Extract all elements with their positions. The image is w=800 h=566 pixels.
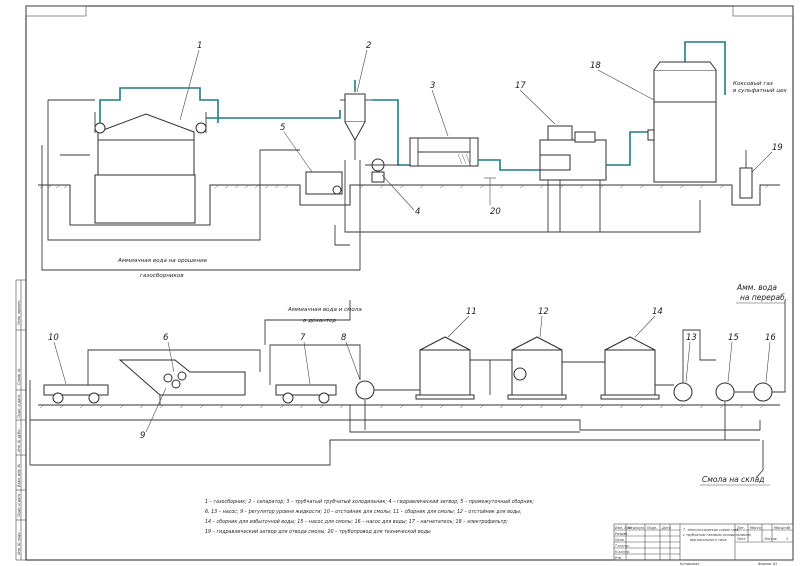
tb-sheet: Лист [736,537,747,541]
hydraulic-seal-4 [365,158,400,183]
tubular-cooler-3 [409,137,479,167]
side-strip-vzam: Взам. инв. № [17,464,21,487]
label-3: 3 [430,81,435,91]
side-strip-podp1: Подп. и дата [17,395,21,418]
label-18: 18 [590,61,601,71]
separator-2 [340,93,372,160]
excess-water-collector-14 [600,336,660,400]
tb-dev: Разраб. [615,532,628,536]
side-strip-inv-podl: Инв. № подл. [17,532,21,555]
side-strip: Перв. примен. Справ. № Подп. и дата Инв.… [15,279,26,561]
pump-8 [355,380,375,400]
water-settler-12 [507,336,567,400]
copied-label: Копировал [680,562,700,566]
precipitator-18 [647,61,717,183]
tb-sheets-count: 1 [786,537,788,541]
hydraulic-seal-19 [739,150,753,199]
top-stamp-box [732,5,794,17]
label-13: 13 [686,333,697,343]
gas-line-collector [99,87,219,123]
tb-title-3: вертикального типа [690,538,726,542]
title-block: Изм. Лист № докум. Подп. Дата Разраб. Пр… [613,523,794,561]
amm-water-proc-label-1: Амм. вода [736,283,777,292]
pump-16 [753,382,773,402]
blower-17 [539,125,607,181]
label-14: 14 [652,307,663,317]
tb-date: Дата [661,526,671,530]
label-12: 12 [538,307,549,317]
gas-line-to-separator [206,110,341,119]
tb-mass: Масса [750,526,761,530]
ammonia-water-tar-label-1: Аммиачная вода и смола [287,307,362,313]
tb-scale: Масштаб [774,526,790,530]
tar-settler-10 [43,384,109,404]
tar-collector-11 [415,336,475,400]
lower-ground [38,404,780,409]
side-strip-podp2: Подп. и дата [17,494,21,517]
label-2: 2 [366,41,371,51]
gas-line-to-precipitator [606,131,652,166]
legend-line-1: 1 – газосборник; 2 – сепаратор; 3 – труб… [205,499,534,505]
coke-gas-label-2: в сульфатный цех [733,88,788,94]
tar-to-storage-label: Смола на склад [702,475,764,484]
top-left-stamp-box [25,5,87,17]
coke-gas-label-1: Коксовый газ [733,81,773,87]
label-1: 1 [197,41,202,51]
tb-title-1: Т. технологическая схема газа [683,528,738,532]
tb-sign: Подп. [647,526,657,530]
decanter-6-9 [118,359,246,405]
label-19: 19 [772,143,783,153]
label-17: 17 [515,81,526,91]
label-6: 6 [163,333,169,343]
legend-line-2: 6, 13 – насос; 9 – регулятор уровня жидк… [205,509,522,515]
pump-15 [715,382,735,402]
tb-doc: № докум. [627,526,645,530]
label-16: 16 [765,333,776,343]
label-8: 8 [341,333,347,343]
ammonia-water-tar-label-2: в декантер [303,318,337,324]
tb-sheets: Листов [763,537,777,541]
label-11: 11 [466,307,477,317]
side-strip-inv-dubl: Инв. № дубл. [17,429,21,452]
legend-line-3: 14 – сборник для избыточной воды; 15 – н… [205,519,508,525]
legend: 1 – газосборник; 2 – сепаратор; 3 – труб… [205,499,534,535]
format-label: Формат А1 [758,562,777,566]
tb-ncontr: Н.контр. [615,550,630,554]
label-4: 4 [415,207,420,217]
lower-process-lines [29,300,786,470]
label-5: 5 [280,123,285,133]
ammonia-water-label-2: газосборников [140,273,184,279]
gas-collector-1 [94,112,207,224]
label-7: 7 [300,333,306,343]
gas-line-to-blower [478,159,540,171]
label-20: 20 [490,207,501,217]
tb-appr: Утв. [615,556,622,560]
process-flow-diagram: Перв. примен. Справ. № Подп. и дата Инв.… [15,5,794,566]
side-strip-sprav: Справ. № [17,368,21,385]
tb-lit: Лит. [736,526,745,530]
ammonia-water-label-1: Аммиачная вода на орошение [117,258,208,264]
tb-tcontr: Т.контр. [615,544,630,548]
side-strip-perv: Перв. примен. [17,300,21,325]
label-9: 9 [140,431,145,441]
legend-line-4: 19 – гидравлический затвор для отвода см… [205,529,431,535]
label-15: 15 [728,333,739,343]
pump-13 [673,382,693,402]
label-10: 10 [48,333,59,343]
amm-water-proc-label-2: на перераб. [740,293,787,302]
tb-check: Пров. [615,538,625,542]
cart-7 [275,384,337,404]
intermediate-collector-5 [305,171,343,195]
